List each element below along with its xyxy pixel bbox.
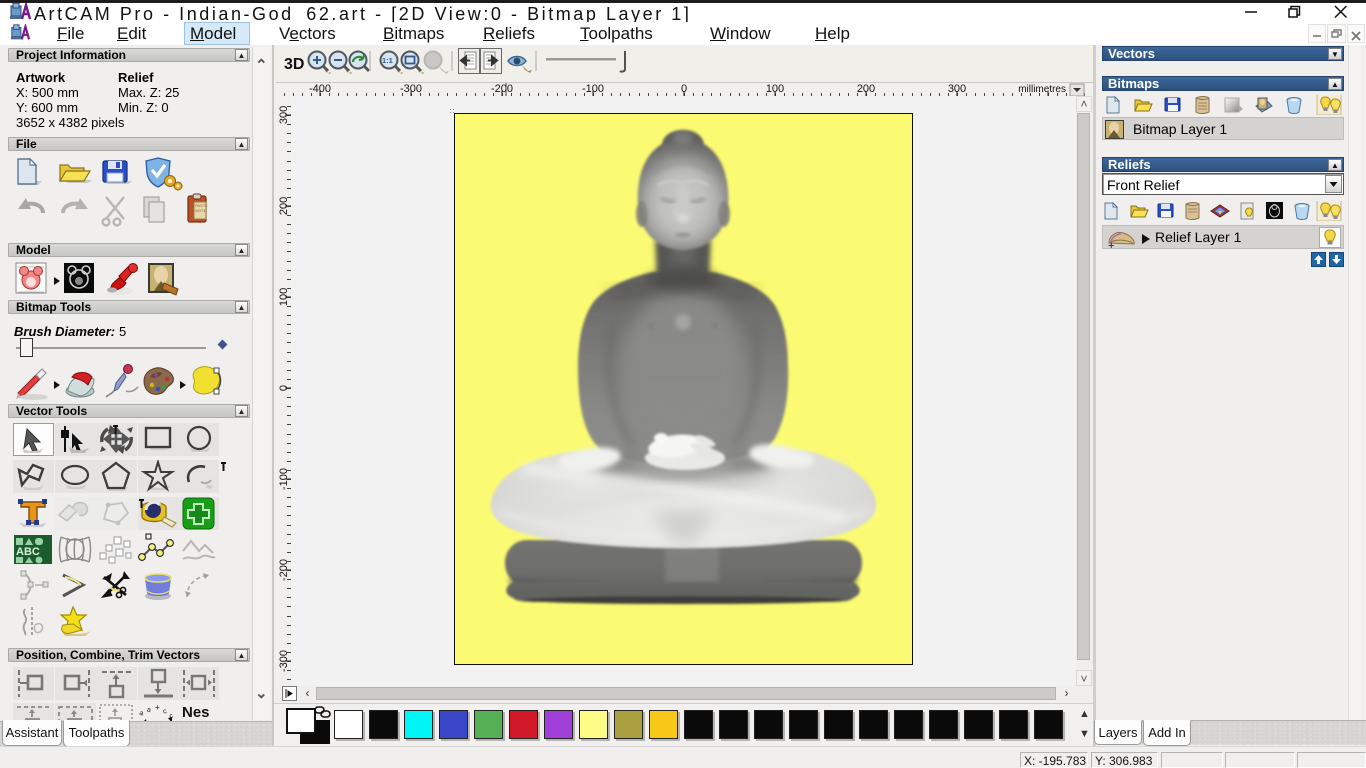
svg-text:+: + bbox=[1108, 240, 1114, 250]
svg-text:3D: 3D bbox=[284, 56, 304, 73]
svg-text:0: 0 bbox=[681, 83, 687, 95]
svg-text:-300: -300 bbox=[278, 650, 290, 672]
svg-text:NOTE: NOTE bbox=[195, 208, 206, 213]
svg-text:+: + bbox=[155, 703, 160, 712]
svg-text:200: 200 bbox=[278, 197, 290, 215]
svg-text:-200: -200 bbox=[278, 559, 290, 581]
svg-text:-100: -100 bbox=[582, 83, 604, 95]
svg-text:1:1: 1:1 bbox=[382, 56, 393, 65]
svg-text:-300: -300 bbox=[400, 83, 422, 95]
svg-text:millimetres: millimetres bbox=[1018, 84, 1066, 95]
svg-text:-400: -400 bbox=[309, 83, 331, 95]
svg-text:100: 100 bbox=[278, 288, 290, 306]
svg-text:100: 100 bbox=[766, 83, 784, 95]
svg-text:300: 300 bbox=[948, 83, 966, 95]
svg-text:Nes: Nes bbox=[182, 704, 210, 721]
svg-text:ABC: ABC bbox=[16, 546, 40, 558]
svg-text:c: c bbox=[162, 708, 168, 716]
svg-text:-200: -200 bbox=[491, 83, 513, 95]
svg-text:a: a bbox=[146, 706, 151, 714]
svg-text:-100: -100 bbox=[278, 468, 290, 490]
svg-text:0: 0 bbox=[278, 385, 290, 391]
svg-text:300: 300 bbox=[278, 106, 290, 124]
svg-text:200: 200 bbox=[857, 83, 875, 95]
svg-text:a: a bbox=[138, 710, 145, 718]
